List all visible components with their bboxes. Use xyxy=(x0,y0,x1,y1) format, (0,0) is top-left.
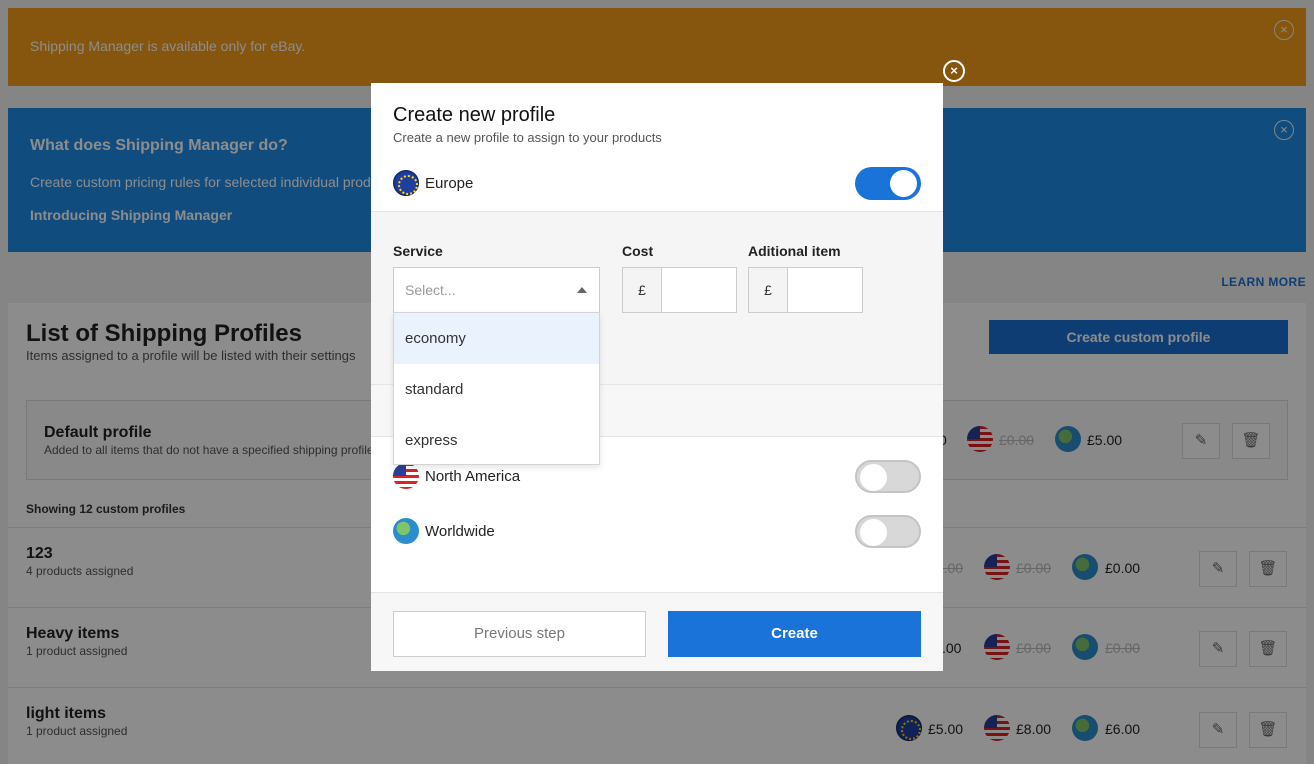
service-dropdown-menu: economy standard express xyxy=(393,312,600,465)
service-option-economy[interactable]: economy xyxy=(394,313,599,364)
modal-subtitle: Create a new profile to assign to your p… xyxy=(393,130,662,145)
service-option-express[interactable]: express xyxy=(394,415,599,466)
toggle-knob xyxy=(860,519,887,546)
currency-symbol: £ xyxy=(748,267,788,313)
toggle-knob xyxy=(890,170,917,197)
north-america-toggle[interactable] xyxy=(855,460,921,493)
service-option-standard[interactable]: standard xyxy=(394,364,599,415)
globe-icon xyxy=(393,518,419,544)
europe-toggle[interactable] xyxy=(855,167,921,200)
toggle-knob xyxy=(860,464,887,491)
service-label: Service xyxy=(393,243,443,259)
create-button[interactable]: Create xyxy=(668,611,921,657)
service-select[interactable]: Select... xyxy=(393,267,600,313)
service-placeholder: Select... xyxy=(405,282,456,298)
create-profile-modal: Create new profile Create a new profile … xyxy=(371,83,943,671)
region-label-north-america: North America xyxy=(425,468,521,485)
modal-title: Create new profile xyxy=(393,104,556,126)
eu-flag-icon xyxy=(393,170,419,196)
us-flag-icon xyxy=(393,463,419,489)
modal-footer: Previous step Create xyxy=(371,592,943,671)
close-icon[interactable]: × xyxy=(943,60,965,82)
region-label-europe: Europe xyxy=(425,175,474,192)
cost-label: Cost xyxy=(622,243,654,259)
additional-item-label: Aditional item xyxy=(748,243,841,259)
caret-up-icon xyxy=(577,287,587,293)
previous-step-button[interactable]: Previous step xyxy=(393,611,646,657)
additional-item-input[interactable] xyxy=(787,267,863,313)
currency-symbol: £ xyxy=(622,267,662,313)
region-label-worldwide: Worldwide xyxy=(425,523,495,540)
cost-input[interactable] xyxy=(661,267,737,313)
worldwide-toggle[interactable] xyxy=(855,515,921,548)
